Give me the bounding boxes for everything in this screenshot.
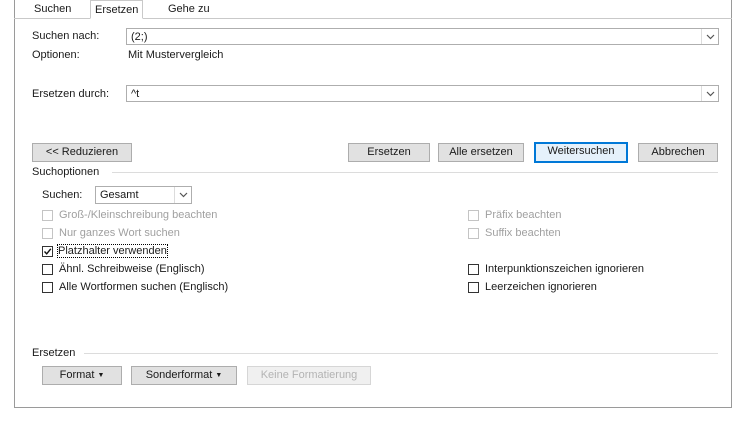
replace-dropdown-button[interactable]: [701, 86, 718, 101]
reduce-button[interactable]: << Reduzieren: [32, 143, 132, 162]
divider: [84, 353, 718, 354]
options-label: Optionen:: [32, 49, 80, 61]
caret-down-icon: ▼: [97, 372, 105, 379]
find-next-button[interactable]: Weitersuchen: [534, 142, 628, 163]
prefix-checkbox[interactable]: [468, 210, 479, 221]
search-options-header: Suchoptionen: [32, 166, 100, 178]
format-button[interactable]: Format ▼: [42, 366, 122, 385]
options-value: Mit Mustervergleich: [128, 49, 224, 61]
wildcards-label: Platzhalter verwenden: [57, 244, 168, 258]
ignore-punctuation-checkbox[interactable]: [468, 264, 479, 275]
format-button-label: Format: [59, 369, 95, 381]
wildcards-checkbox[interactable]: [42, 246, 53, 257]
replace-value: ^t: [131, 88, 140, 100]
no-formatting-button[interactable]: Keine Formatierung: [247, 366, 371, 385]
direction-label: Suchen:: [42, 189, 83, 201]
tab-gehe-zu[interactable]: Gehe zu: [164, 0, 214, 18]
chevron-down-icon: [706, 34, 714, 39]
direction-select[interactable]: Gesamt: [95, 186, 192, 204]
case-sensitive-checkbox[interactable]: [42, 210, 53, 221]
ignore-punctuation-label: Interpunktionszeichen ignorieren: [485, 263, 644, 275]
caret-down-icon: ▼: [215, 372, 223, 379]
direction-value: Gesamt: [100, 189, 139, 201]
chevron-down-icon: [179, 192, 187, 198]
search-dropdown-button[interactable]: [701, 29, 718, 44]
replace-button[interactable]: Ersetzen: [348, 143, 430, 162]
all-word-forms-label: Alle Wortformen suchen (Englisch): [59, 281, 229, 293]
checkmark-icon: [43, 248, 52, 255]
special-format-button[interactable]: Sonderformat ▼: [131, 366, 237, 385]
whole-word-checkbox[interactable]: [42, 228, 53, 239]
sounds-like-label: Ähnl. Schreibweise (Englisch): [59, 263, 205, 275]
whole-word-label: Nur ganzes Wort suchen: [59, 227, 180, 239]
special-format-button-label: Sonderformat: [145, 369, 213, 381]
replace-input[interactable]: ^t: [126, 85, 719, 102]
find-replace-dialog: [14, 0, 732, 408]
divider: [112, 172, 718, 173]
all-word-forms-checkbox[interactable]: [42, 282, 53, 293]
tab-suchen[interactable]: Suchen: [30, 0, 75, 18]
replace-section-header: Ersetzen: [32, 347, 76, 359]
ignore-whitespace-checkbox[interactable]: [468, 282, 479, 293]
tab-ersetzen[interactable]: Ersetzen: [90, 0, 144, 19]
search-label: Suchen nach:: [32, 30, 100, 42]
case-sensitive-label: Groß-/Kleinschreibung beachten: [59, 209, 218, 221]
suffix-checkbox[interactable]: [468, 228, 479, 239]
cancel-button[interactable]: Abbrechen: [638, 143, 718, 162]
direction-dropdown-button[interactable]: [174, 187, 191, 203]
search-input[interactable]: (2;): [126, 28, 719, 45]
sounds-like-checkbox[interactable]: [42, 264, 53, 275]
ignore-whitespace-label: Leerzeichen ignorieren: [485, 281, 597, 293]
chevron-down-icon: [706, 91, 714, 96]
suffix-label: Suffix beachten: [485, 227, 561, 239]
tab-bar: Suchen Ersetzen Gehe zu: [14, 0, 732, 19]
replace-label: Ersetzen durch:: [32, 88, 110, 100]
replace-all-button[interactable]: Alle ersetzen: [438, 143, 524, 162]
search-value: (2;): [131, 31, 148, 43]
prefix-label: Präfix beachten: [485, 209, 562, 221]
